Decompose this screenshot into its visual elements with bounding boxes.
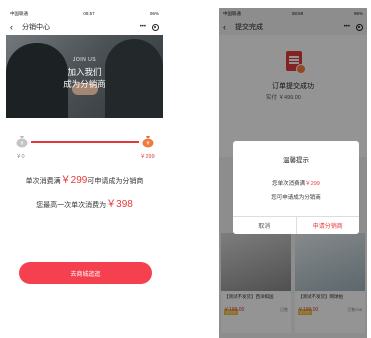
apply-distributor-button[interactable]: 申请分销商 bbox=[297, 217, 360, 234]
dialog-message-line2: 您可申请成为分销商 bbox=[271, 195, 321, 201]
progress-start-amount: ￥0 bbox=[16, 154, 25, 160]
close-circle-icon[interactable] bbox=[152, 23, 159, 31]
requirement-prefix: 单次消费满 bbox=[25, 178, 61, 185]
page-title: 分销中心 bbox=[22, 24, 50, 31]
back-arrow-icon[interactable]: ‹ bbox=[10, 22, 20, 32]
distributor-prompt-dialog: 温馨提示 您单次消费满￥299 您可申请成为分销商 取消 申请分销商 bbox=[233, 141, 359, 234]
highest-spend-text: 您最高一次单次消费为￥398 bbox=[6, 195, 163, 210]
dialog-actions: 取消 申请分销商 bbox=[233, 216, 359, 234]
svg-text:¥: ¥ bbox=[20, 141, 23, 147]
cancel-button[interactable]: 取消 bbox=[233, 217, 297, 234]
banner-title-line1: 加入我们 bbox=[67, 67, 102, 77]
go-to-mall-button[interactable]: 去商城逛逛 bbox=[19, 262, 152, 284]
order-submitted-screen: 中国联通 08:59 96% ‹ 提交完成 ••• 订单提交成功 实付 ￥499… bbox=[219, 8, 367, 338]
requirement-suffix: 可申请成为分销商 bbox=[87, 178, 144, 185]
spend-progress: ¥ ¥ ￥0 ￥299 bbox=[6, 130, 163, 164]
requirement-price: ￥299 bbox=[60, 175, 88, 186]
time-label: 08:57 bbox=[83, 11, 95, 16]
money-bag-icon: ¥ bbox=[16, 136, 28, 148]
requirement-text: 单次消费满￥299可申请成为分销商 bbox=[6, 171, 163, 186]
money-bag-icon: ¥ bbox=[142, 136, 154, 148]
dialog-title: 温馨提示 bbox=[283, 157, 309, 164]
progress-bar bbox=[31, 141, 139, 143]
battery-label: 96% bbox=[149, 11, 159, 16]
distribution-center-screen: 中国联通 08:57 96% ‹ 分销中心 ••• JOIN US 加入我们 成… bbox=[6, 8, 163, 336]
banner-en-text: JOIN US bbox=[72, 57, 97, 63]
progress-target-amount: ￥299 bbox=[140, 154, 155, 160]
dialog-message-line1: 您单次消费满￥299 bbox=[233, 179, 359, 187]
banner-title-line2: 成为分销商 bbox=[63, 79, 106, 89]
nav-bar: ‹ 分销中心 ••• bbox=[6, 19, 163, 35]
highest-spend-price: ￥398 bbox=[106, 199, 133, 210]
mini-program-capsule: ••• bbox=[140, 23, 159, 31]
join-us-banner: JOIN US 加入我们 成为分销商 bbox=[6, 35, 163, 118]
status-bar: 中国联通 08:57 96% bbox=[6, 8, 163, 19]
carrier-label: 中国联通 bbox=[10, 10, 28, 16]
svg-text:¥: ¥ bbox=[146, 141, 149, 147]
dialog-message-prefix: 您单次消费满 bbox=[272, 181, 306, 187]
dialog-price: ￥299 bbox=[305, 181, 320, 187]
more-icon[interactable]: ••• bbox=[140, 24, 146, 30]
highest-spend-prefix: 您最高一次单次消费为 bbox=[36, 202, 107, 209]
